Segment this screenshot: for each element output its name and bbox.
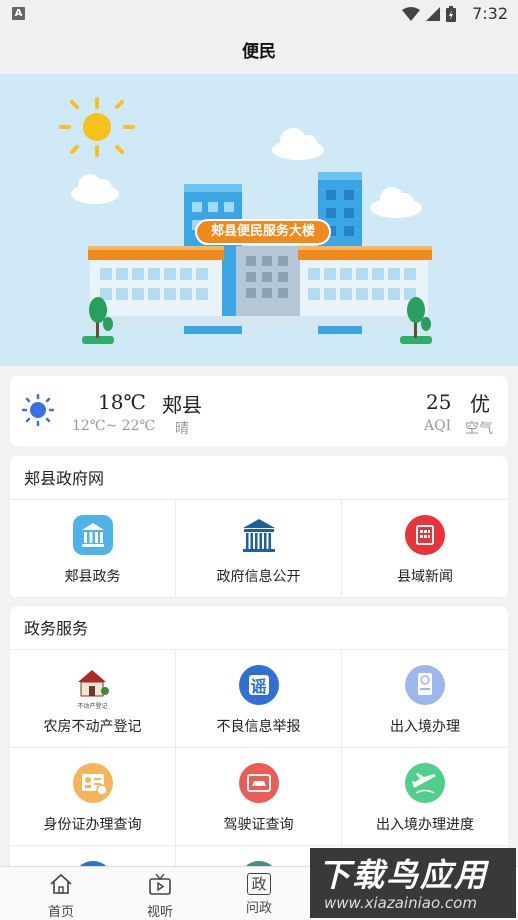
banner-sign-text: 郏县便民服务大楼 <box>210 224 315 239</box>
weather-card[interactable]: 18℃ 12℃~ 22℃ 郏县 晴 25 AQI 优 空气 <box>10 376 508 446</box>
government-building-icon <box>242 519 275 552</box>
driver-license-icon <box>238 763 279 803</box>
service-item-county-affairs[interactable]: 郏县政务 <box>10 500 176 598</box>
report-glyph: 谣 <box>250 677 267 696</box>
service-item-report-bad-info[interactable]: 谣 不良信息举报 <box>176 650 342 748</box>
nav-label: 问政 <box>245 901 272 916</box>
service-item-label: 身份证办理查询 <box>43 817 142 833</box>
tv-icon <box>149 873 171 895</box>
id-card-icon <box>72 763 113 803</box>
air-quality: 优 <box>470 392 490 416</box>
system-icons <box>402 6 456 22</box>
service-item-label: 农房不动产登记 <box>43 719 142 735</box>
weather-condition: 晴 <box>175 421 189 437</box>
status-bar: A 7:32 <box>0 0 518 28</box>
nav-media[interactable]: 视听 <box>130 873 190 920</box>
city-name: 郏县 <box>162 393 202 417</box>
watermark: 下载鸟应用 www.xiazainiao.com <box>310 848 516 918</box>
service-item-id-card[interactable]: 身份证办理查询 <box>10 748 176 846</box>
current-temperature: 18℃ <box>98 390 146 414</box>
signal-icon <box>426 7 440 21</box>
section-title: 政务服务 <box>10 606 508 650</box>
house-registration-icon <box>71 664 114 706</box>
service-item-label: 不良信息举报 <box>216 719 301 735</box>
app-notification-icon: A <box>12 7 25 20</box>
service-item-label: 出入境办理进度 <box>376 817 474 833</box>
government-site-section: 郏县政府网 郏县政务 政府信息公开 县域新闻 <box>10 456 508 598</box>
temperature-range: 12℃~ 22℃ <box>72 418 156 434</box>
watermark-url: www.xiazainiao.com <box>324 894 477 912</box>
clouds <box>71 128 422 218</box>
section-title: 郏县政府网 <box>10 456 508 500</box>
nav-label: 视听 <box>146 905 173 920</box>
service-item-exit-entry[interactable]: 出入境办理 <box>342 650 508 748</box>
service-item-exit-entry-progress[interactable]: 出入境办理进度 <box>342 748 508 846</box>
battery-icon <box>446 6 456 22</box>
air-quality-label: 空气 <box>465 421 493 437</box>
service-item-driver-license[interactable]: 驾驶证查询 <box>176 748 342 846</box>
service-item-label: 政府信息公开 <box>216 569 301 585</box>
passport-icon <box>405 665 445 705</box>
watermark-title: 下载鸟应用 <box>318 856 489 894</box>
service-item-rural-property[interactable]: 不动产登记 农房不动产登记 <box>10 650 176 748</box>
nav-label: 首页 <box>47 905 74 920</box>
banner[interactable]: 郏县便民服务大楼 <box>0 74 518 366</box>
bank-icon <box>72 515 113 555</box>
service-item-gov-info[interactable]: 政府信息公开 <box>176 500 342 598</box>
clock: 7:32 <box>472 4 508 23</box>
app-header: 便民 <box>0 28 518 74</box>
home-icon <box>50 873 72 894</box>
nav-politics[interactable]: 政 问政 <box>229 873 289 916</box>
service-item-county-news[interactable]: 县域新闻 <box>342 500 508 598</box>
politics-icon: 政 <box>247 873 271 895</box>
nav-home[interactable]: 首页 <box>31 873 91 920</box>
news-icon <box>405 515 445 555</box>
service-item-label: 出入境办理 <box>390 719 460 735</box>
house-logo-text: 不动产登记 <box>77 703 108 710</box>
aqi-label: AQI <box>424 418 452 434</box>
service-item-label: 郏县政务 <box>64 569 121 585</box>
service-item-label: 驾驶证查询 <box>223 817 294 833</box>
aqi-value: 25 <box>426 390 452 414</box>
page-title: 便民 <box>242 42 276 62</box>
service-item-label: 县域新闻 <box>397 569 453 585</box>
plane-icon <box>405 763 445 803</box>
sunny-weather-icon <box>22 394 54 426</box>
wifi-icon <box>402 7 420 21</box>
sun-illustration <box>59 97 135 157</box>
